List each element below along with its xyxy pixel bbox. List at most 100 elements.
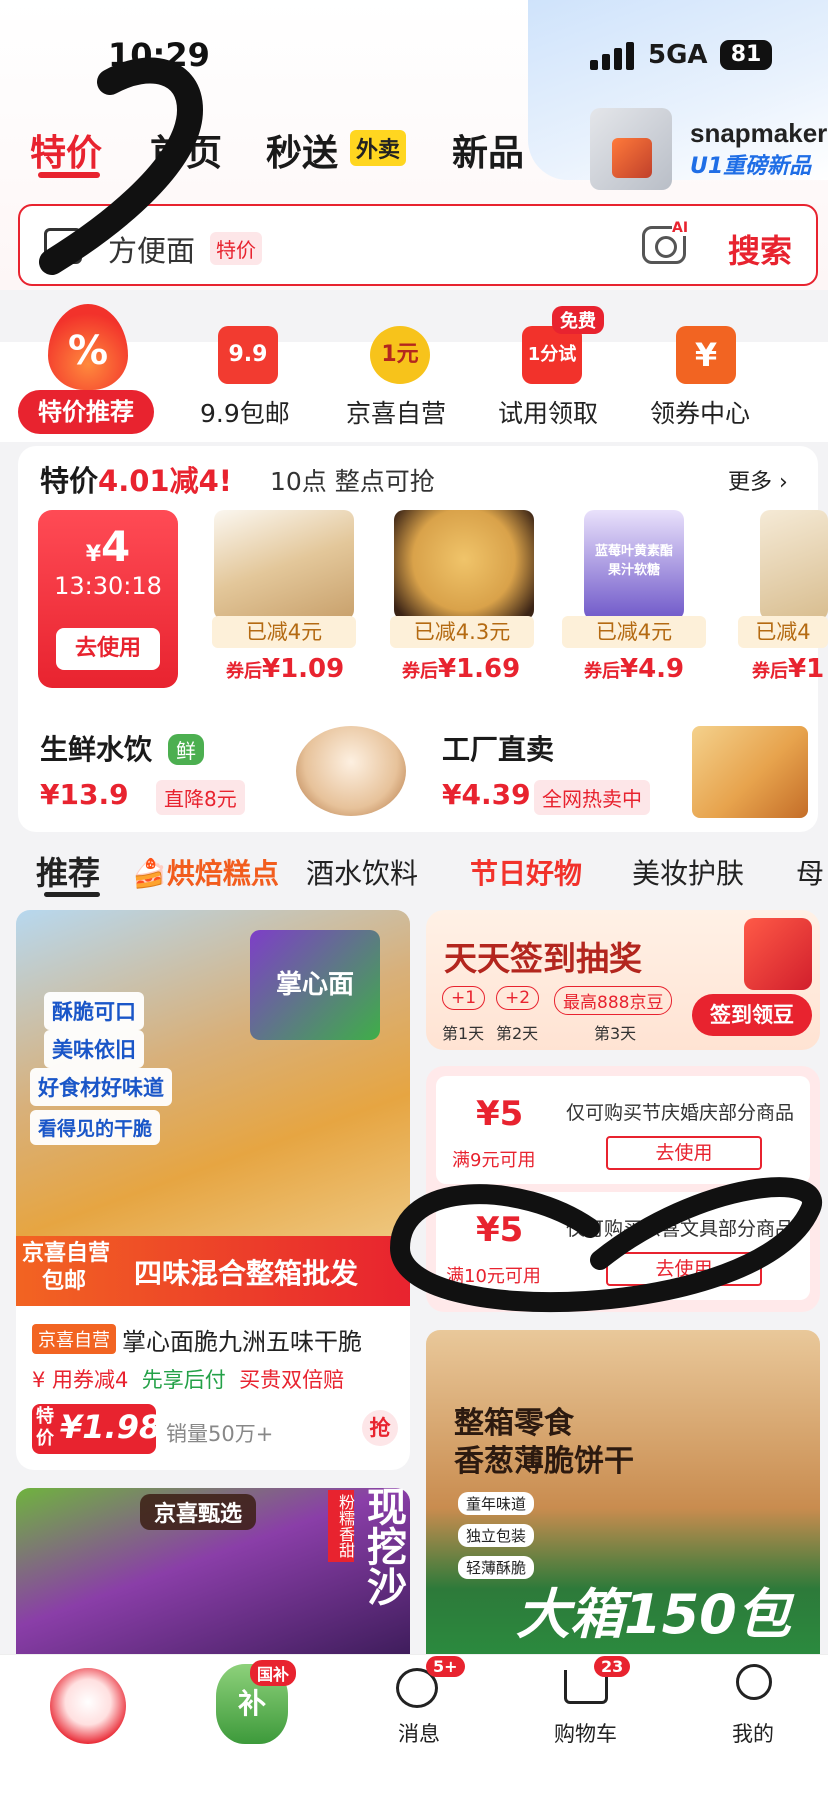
coupon-amount: ¥4: [85, 522, 131, 571]
scan-icon[interactable]: [44, 228, 82, 264]
after-price: 券后¥4.9: [584, 654, 685, 684]
channel-label-coupon[interactable]: 领券中心: [650, 394, 750, 430]
snack-banner: 大箱150包: [516, 1583, 791, 1646]
coupon-icon[interactable]: ¥: [676, 326, 736, 384]
flash-title: 特价4.01减4!: [40, 464, 232, 498]
snack-point: 童年味道: [458, 1492, 535, 1515]
product-image-yam[interactable]: [214, 510, 354, 620]
feature-badge: 看得见的干脆: [30, 1110, 161, 1145]
noodle-title[interactable]: 掌心面脆九洲五味干脆: [122, 1322, 362, 1357]
cat-tab-drinks[interactable]: 酒水饮料: [306, 852, 418, 892]
search-input[interactable]: 方便面: [108, 228, 195, 270]
ai-mark: AI: [672, 220, 689, 236]
cat-tab-bakery[interactable]: 🍰烘焙糕点: [132, 852, 279, 892]
jingxi-select-badge: 京喜甄选: [140, 1494, 257, 1530]
coupon-use-button[interactable]: 去使用: [606, 1136, 762, 1170]
channel-label-trial[interactable]: 试用领取: [498, 394, 598, 430]
nav-tab-miaosong[interactable]: 秒送: [266, 124, 338, 176]
section-title-factory[interactable]: 工厂直卖: [442, 728, 554, 768]
package-icon[interactable]: 9.9: [218, 326, 278, 384]
saved-tag: 已减4: [738, 616, 828, 648]
store-tag: 京喜自营: [32, 1324, 116, 1354]
signin-step-2: +2: [496, 986, 540, 1010]
profile-icon[interactable]: [736, 1664, 772, 1700]
feature-badge: 酥脆可口: [44, 992, 144, 1030]
cat-tab-more[interactable]: 母: [796, 852, 824, 892]
after-price: 券后¥1: [752, 654, 825, 684]
noodle-banner-left: 京喜自营 包邮: [22, 1241, 111, 1294]
snack-image[interactable]: [692, 726, 808, 818]
coupon-timer: 13:30:18: [54, 572, 162, 600]
signin-step-1: +1: [442, 986, 486, 1010]
coupon-amount: ¥5: [476, 1094, 524, 1134]
after-price: 券后¥1.69: [402, 654, 521, 684]
redpacket-icon: [744, 918, 812, 990]
coupon-condition: 满10元可用: [446, 1266, 541, 1287]
free-badge: 免费: [552, 306, 604, 334]
noodle-banner-right: 四味混合整箱批发: [134, 1257, 359, 1290]
nav-tab-home[interactable]: 首页: [150, 124, 222, 176]
price-label: 特价: [36, 1406, 54, 1449]
feature-badge: 好食材好味道: [30, 1068, 172, 1106]
battery-icon: 81: [720, 40, 772, 70]
waimai-badge: 外卖: [350, 130, 407, 166]
saved-tag: 已减4.3元: [390, 616, 534, 648]
section-title-fresh[interactable]: 生鲜水饮: [40, 728, 152, 768]
signin-step-3: 最高888京豆: [554, 986, 673, 1015]
section-tag-factory: 全网热卖中: [534, 780, 650, 815]
coupon-desc: 仅可购买京喜文具部分商品: [566, 1218, 795, 1240]
cat-tab-recommend[interactable]: 推荐: [36, 848, 100, 894]
grab-button[interactable]: 抢: [362, 1410, 398, 1446]
noodle-pack: 掌心面: [250, 930, 380, 1040]
channel-hot-label[interactable]: 特价推荐: [18, 390, 154, 434]
flash-subtitle: 10点 整点可抢: [270, 467, 435, 496]
nav-tab-tejia[interactable]: 特价: [30, 124, 102, 176]
search-button[interactable]: 搜索: [728, 226, 792, 272]
nav-active-underline: [38, 172, 100, 178]
channel-label-99[interactable]: 9.9包邮: [200, 394, 290, 430]
channel-label-jingxi[interactable]: 京喜自营: [346, 394, 446, 430]
tab-profile[interactable]: 我的: [732, 1718, 774, 1748]
mascot-home-icon[interactable]: [50, 1668, 126, 1744]
eggs-image[interactable]: [296, 726, 406, 816]
signin-title: 天天签到抽奖: [444, 939, 642, 978]
nav-tab-new[interactable]: 新品: [452, 124, 524, 176]
sales-count: 销量50万+: [166, 1422, 274, 1446]
candy-box-label: 蓝莓叶黄素酯果汁软糖: [594, 544, 673, 578]
section-price-fresh: ¥13.9: [40, 778, 129, 811]
signin-day-3: 第3天: [594, 1024, 637, 1043]
coupon-condition: 满9元可用: [452, 1150, 536, 1171]
coupon-use-button[interactable]: 去使用: [56, 628, 160, 670]
product-image-candy[interactable]: 蓝莓叶黄素酯果汁软糖: [584, 510, 684, 620]
coupon-amount: ¥5: [476, 1210, 524, 1250]
signal-icon: [590, 42, 634, 70]
signin-day-1: 第1天: [442, 1024, 485, 1043]
signin-day-2: 第2天: [496, 1024, 539, 1043]
saved-tag: 已减4元: [212, 616, 356, 648]
saved-tag: 已减4元: [562, 616, 706, 648]
after-price: 券后¥1.09: [226, 654, 345, 684]
bag-icon[interactable]: 1分试: [522, 326, 582, 384]
cat-tab-beauty[interactable]: 美妆护肤: [632, 852, 744, 892]
cat-active-underline: [44, 892, 100, 897]
message-badge: 5+: [426, 1656, 465, 1677]
ad-product-image[interactable]: [590, 108, 672, 190]
percent-symbol: %: [67, 328, 109, 374]
signin-button[interactable]: 签到领豆: [692, 994, 812, 1036]
product-image-ginger[interactable]: [394, 510, 534, 620]
cat-tab-festival[interactable]: 节日好物: [470, 852, 582, 892]
coupon-use-button[interactable]: 去使用: [606, 1252, 762, 1286]
fire-icon[interactable]: %: [48, 304, 128, 390]
side-tag: 粉糯香甜: [328, 1490, 355, 1562]
big-text: 现挖沙: [360, 1486, 406, 1606]
cake-icon: 🍰: [132, 857, 167, 890]
product-image-partial[interactable]: [760, 510, 828, 620]
ad-brand: snapmaker: [690, 118, 828, 148]
cart-badge: 23: [594, 1656, 631, 1677]
coin-icon[interactable]: 1元: [370, 326, 430, 384]
tab-message[interactable]: 消息: [398, 1718, 440, 1748]
ad-tagline: U1重磅新品: [690, 154, 812, 179]
more-link[interactable]: 更多 ›: [728, 464, 788, 496]
tab-cart[interactable]: 购物车: [554, 1718, 617, 1748]
section-price-factory: ¥4.39: [442, 778, 531, 811]
